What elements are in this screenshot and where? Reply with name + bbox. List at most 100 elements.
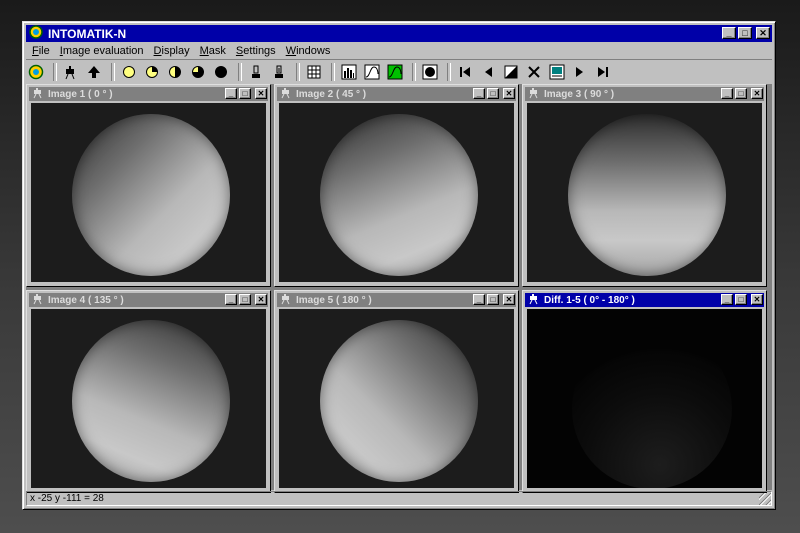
image-window-1[interactable]: Image 1 ( 0 ° ) _ □ ✕ — [26, 84, 271, 287]
image-window-4[interactable]: Image 4 ( 135 ° ) _ □ ✕ — [26, 290, 271, 493]
image-window-title-bar[interactable]: Image 2 ( 45 ° ) _ □ ✕ — [277, 87, 516, 101]
circle-full-icon[interactable] — [211, 62, 231, 82]
separator — [238, 63, 242, 81]
app-title: INTOMATIK-N — [48, 26, 127, 41]
resize-grip[interactable] — [759, 493, 771, 505]
image-canvas[interactable] — [279, 309, 514, 488]
contrast-icon[interactable] — [501, 62, 521, 82]
last-icon[interactable] — [593, 62, 613, 82]
image-window-title-bar[interactable]: Diff. 1-5 ( 0° - 180° ) _ □ ✕ — [525, 293, 764, 307]
image-window-5[interactable]: Image 5 ( 180 ° ) _ □ ✕ — [274, 290, 519, 493]
main-window: INTOMATIK-N _ □ ✕ File Image evaluation … — [22, 21, 776, 510]
prev-icon[interactable] — [478, 62, 498, 82]
histogram-icon[interactable] — [339, 62, 359, 82]
lamp-icon[interactable] — [246, 62, 266, 82]
separator — [111, 63, 115, 81]
circle-quarter-icon[interactable] — [142, 62, 162, 82]
image-window-title-bar[interactable]: Image 1 ( 0 ° ) _ □ ✕ — [29, 87, 268, 101]
circle-half-icon[interactable] — [165, 62, 185, 82]
image-window-title: Image 5 ( 180 ° ) — [296, 294, 372, 306]
menu-image-evaluation[interactable]: Image evaluation — [55, 43, 149, 60]
arrow-up-icon[interactable] — [84, 62, 104, 82]
toolbar — [26, 59, 772, 85]
maximize-button[interactable]: □ — [735, 88, 747, 99]
separator — [296, 63, 300, 81]
close-button[interactable]: ✕ — [756, 27, 770, 39]
minimize-button[interactable]: _ — [473, 294, 485, 305]
specimen-disk — [320, 114, 478, 276]
title-bar[interactable]: INTOMATIK-N _ □ ✕ — [26, 25, 772, 42]
close-button[interactable]: ✕ — [751, 294, 763, 305]
app-icon[interactable] — [26, 62, 46, 82]
close-x-icon[interactable] — [524, 62, 544, 82]
menu-windows[interactable]: Windows — [281, 43, 336, 60]
menu-mask[interactable]: Mask — [195, 43, 231, 60]
maximize-button[interactable]: □ — [487, 294, 499, 305]
lamp-alt-icon[interactable] — [269, 62, 289, 82]
maximize-button[interactable]: □ — [239, 294, 251, 305]
image-window-title: Diff. 1-5 ( 0° - 180° ) — [544, 294, 635, 306]
separator — [447, 63, 451, 81]
specimen-disk — [72, 320, 230, 482]
close-button[interactable]: ✕ — [255, 88, 267, 99]
image-canvas[interactable] — [31, 103, 266, 282]
circle-empty-icon[interactable] — [119, 62, 139, 82]
next-icon[interactable] — [570, 62, 590, 82]
image-window-title-bar[interactable]: Image 5 ( 180 ° ) _ □ ✕ — [277, 293, 516, 307]
camera-icon[interactable] — [61, 62, 81, 82]
specimen-disk — [568, 114, 726, 276]
close-button[interactable]: ✕ — [751, 88, 763, 99]
camera-icon — [32, 293, 44, 308]
menu-file[interactable]: File — [27, 43, 55, 60]
curve-icon[interactable] — [362, 62, 382, 82]
app-icon[interactable] — [29, 25, 43, 42]
mask-icon[interactable] — [420, 62, 440, 82]
view-icon[interactable] — [547, 62, 567, 82]
minimize-button[interactable]: _ — [225, 88, 237, 99]
image-window-2[interactable]: Image 2 ( 45 ° ) _ □ ✕ — [274, 84, 519, 287]
specimen-disk — [72, 114, 230, 276]
camera-icon — [280, 293, 292, 308]
close-button[interactable]: ✕ — [503, 294, 515, 305]
image-canvas[interactable] — [31, 309, 266, 488]
maximize-button[interactable]: □ — [487, 88, 499, 99]
close-button[interactable]: ✕ — [255, 294, 267, 305]
menu-display[interactable]: Display — [149, 43, 195, 60]
camera-icon — [32, 87, 44, 102]
menu-settings[interactable]: Settings — [231, 43, 281, 60]
circle-three-quarter-icon[interactable] — [188, 62, 208, 82]
minimize-button[interactable]: _ — [473, 88, 485, 99]
specimen-disk — [572, 329, 732, 488]
curve-green-icon[interactable] — [385, 62, 405, 82]
image-window-6[interactable]: Diff. 1-5 ( 0° - 180° ) _ □ ✕ — [522, 290, 767, 493]
mdi-workspace: Image 1 ( 0 ° ) _ □ ✕ Image 2 ( 45 ° ) _… — [26, 84, 772, 493]
image-canvas[interactable] — [527, 309, 762, 488]
image-window-title: Image 3 ( 90 ° ) — [544, 88, 615, 100]
minimize-button[interactable]: _ — [721, 88, 733, 99]
status-bar: x -25 y -111 = 28 — [26, 491, 772, 506]
image-window-title: Image 1 ( 0 ° ) — [48, 88, 113, 100]
image-canvas[interactable] — [279, 103, 514, 282]
status-text: x -25 y -111 = 28 — [30, 493, 104, 504]
camera-icon — [280, 87, 292, 102]
maximize-button[interactable]: □ — [738, 27, 752, 39]
camera-icon — [528, 87, 540, 102]
separator — [53, 63, 57, 81]
image-window-title-bar[interactable]: Image 3 ( 90 ° ) _ □ ✕ — [525, 87, 764, 101]
image-canvas[interactable] — [527, 103, 762, 282]
image-window-3[interactable]: Image 3 ( 90 ° ) _ □ ✕ — [522, 84, 767, 287]
specimen-disk — [320, 320, 478, 482]
image-window-title: Image 4 ( 135 ° ) — [48, 294, 124, 306]
image-window-title: Image 2 ( 45 ° ) — [296, 88, 367, 100]
minimize-button[interactable]: _ — [722, 27, 736, 39]
close-button[interactable]: ✕ — [503, 88, 515, 99]
first-icon[interactable] — [455, 62, 475, 82]
maximize-button[interactable]: □ — [735, 294, 747, 305]
maximize-button[interactable]: □ — [239, 88, 251, 99]
image-window-title-bar[interactable]: Image 4 ( 135 ° ) _ □ ✕ — [29, 293, 268, 307]
grid-icon[interactable] — [304, 62, 324, 82]
minimize-button[interactable]: _ — [225, 294, 237, 305]
minimize-button[interactable]: _ — [721, 294, 733, 305]
separator — [331, 63, 335, 81]
camera-icon — [528, 293, 540, 308]
